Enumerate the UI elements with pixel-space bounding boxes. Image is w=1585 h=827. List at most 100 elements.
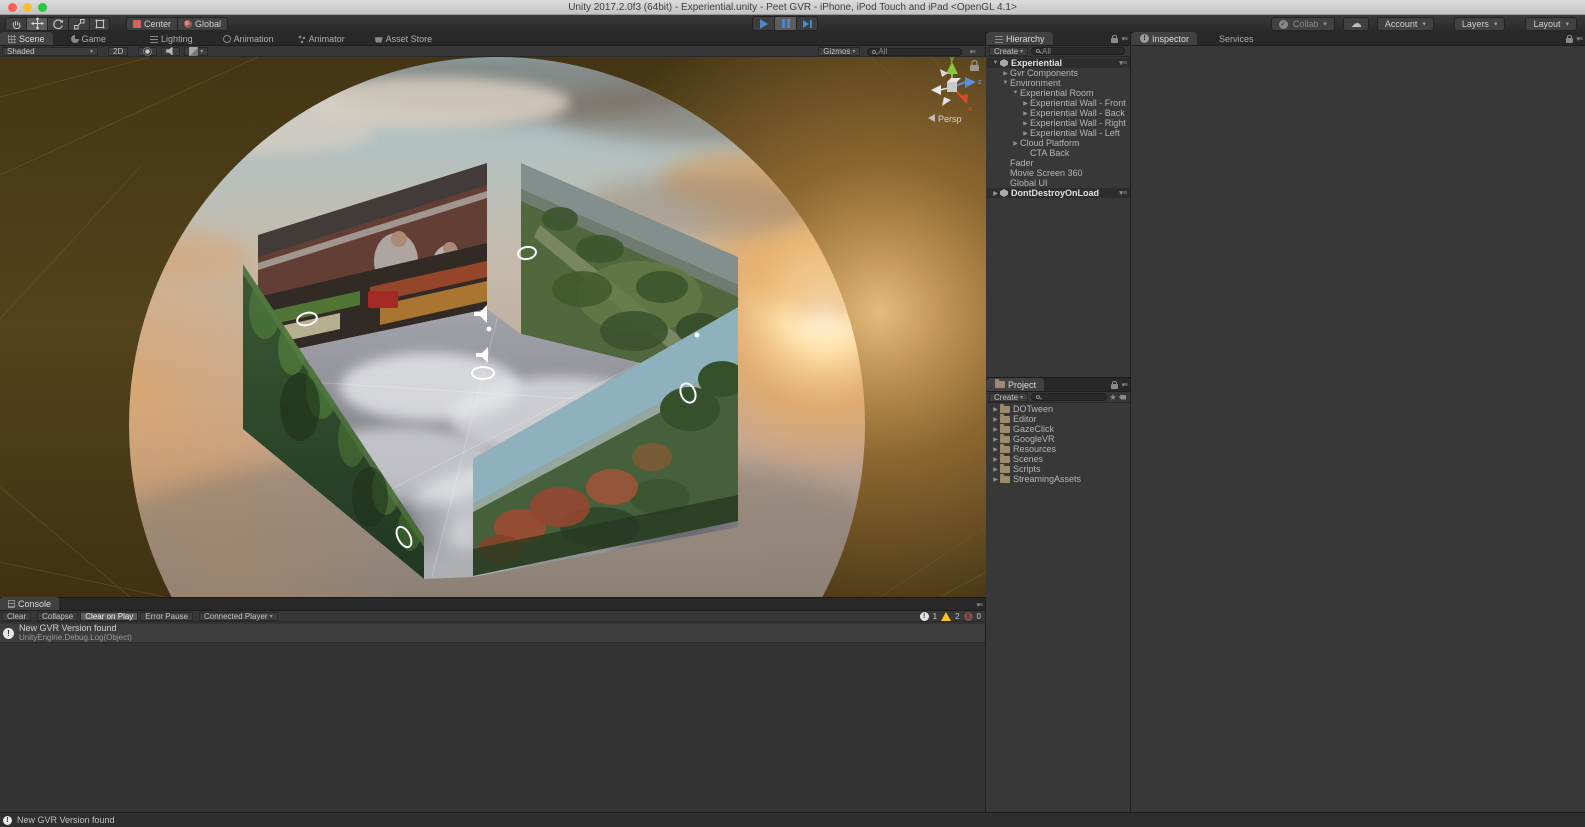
expander-icon[interactable]: ▶ (991, 476, 1000, 483)
scale-tool-button[interactable] (68, 17, 89, 31)
hierarchy-item-gvr-components[interactable]: ▶ Gvr Components (987, 68, 1130, 78)
scene-search-input[interactable]: All (867, 48, 962, 56)
pivot-toggle-button[interactable]: Center (126, 17, 177, 31)
hierarchy-item-wall-right[interactable]: ▶ Experiential Wall - Right (987, 118, 1130, 128)
tab-game[interactable]: Game (63, 32, 115, 45)
scene-row-menu-icon[interactable]: ▾≡ (1119, 189, 1127, 197)
zoom-window-button[interactable] (38, 3, 47, 12)
expander-icon[interactable]: ▶ (1021, 100, 1030, 107)
project-search-input[interactable] (1031, 393, 1107, 401)
scene-lighting-toggle[interactable] (138, 47, 157, 56)
clear-on-play-toggle[interactable]: Clear on Play (80, 612, 138, 621)
warning-count-icon[interactable] (941, 612, 951, 621)
hierarchy-item-cloud-platform[interactable]: ▶ Cloud Platform (987, 138, 1130, 148)
lock-icon[interactable] (1566, 38, 1573, 43)
log-entry[interactable]: ! New GVR Version found UnityEngine.Debu… (0, 624, 985, 643)
rotate-tool-button[interactable] (47, 17, 68, 31)
folder-dotween[interactable]: ▶ DOTween (987, 404, 1130, 414)
hierarchy-item-fader[interactable]: Fader (987, 158, 1130, 168)
hierarchy-item-movie-screen-360[interactable]: Movie Screen 360 (987, 168, 1130, 178)
status-bar[interactable]: ! New GVR Version found (0, 812, 1585, 827)
gizmos-dropdown[interactable]: Gizmos ▾ (818, 47, 860, 56)
panel-menu-icon[interactable]: ▾≡ (969, 48, 975, 56)
expander-icon[interactable]: ▶ (1021, 130, 1030, 137)
layout-dropdown[interactable]: Layout ▾ (1525, 17, 1577, 31)
axis-cube[interactable] (947, 82, 957, 92)
collab-dropdown[interactable]: ✓ Collab ▾ (1271, 17, 1335, 31)
panel-menu-icon[interactable]: ▾≡ (1121, 381, 1127, 389)
tab-project[interactable]: Project (987, 378, 1044, 391)
expander-icon[interactable]: ▶ (991, 426, 1000, 433)
hierarchy-item-wall-back[interactable]: ▶ Experiential Wall - Back (987, 108, 1130, 118)
pause-button[interactable] (774, 16, 796, 31)
panel-menu-icon[interactable]: ▾≡ (1121, 35, 1127, 43)
tab-animator[interactable]: Animator (290, 32, 353, 45)
lock-icon[interactable] (1111, 384, 1118, 389)
shading-mode-dropdown[interactable]: Shaded ▾ (2, 47, 98, 56)
tab-scene[interactable]: Scene (0, 32, 53, 45)
scene-effects-dropdown[interactable]: ▾ (184, 47, 208, 56)
hierarchy-item-wall-front[interactable]: ▶ Experiential Wall - Front (987, 98, 1130, 108)
collapse-toggle[interactable]: Collapse (37, 612, 78, 621)
error-count-icon[interactable]: ! (964, 612, 973, 621)
scene-audio-toggle[interactable] (161, 47, 180, 56)
expander-icon[interactable]: ▶ (991, 436, 1000, 443)
2d-toggle-button[interactable]: 2D (108, 47, 128, 56)
hand-tool-button[interactable] (5, 17, 26, 31)
expander-icon[interactable]: ▶ (991, 446, 1000, 453)
hierarchy-item-global-ui[interactable]: Global UI (987, 178, 1130, 188)
folder-resources[interactable]: ▶ Resources (987, 444, 1130, 454)
folder-streamingassets[interactable]: ▶ StreamingAssets (987, 474, 1130, 484)
hierarchy-item-cta-back[interactable]: CTA Back (987, 148, 1130, 158)
panel-menu-icon[interactable]: ▾≡ (976, 601, 982, 609)
expander-icon[interactable]: ▶ (991, 456, 1000, 463)
step-button[interactable] (796, 16, 818, 31)
expander-icon[interactable]: ▶ (991, 190, 1000, 197)
expander-icon[interactable]: ▼ (1001, 80, 1010, 86)
hierarchy-item-experiential[interactable]: ▼ Experiential ▾≡ (987, 58, 1130, 68)
favorites-icon[interactable] (1110, 394, 1116, 400)
layers-dropdown[interactable]: Layers ▾ (1454, 17, 1506, 31)
tab-asset-store[interactable]: Asset Store (367, 32, 441, 45)
expander-icon[interactable]: ▶ (991, 406, 1000, 413)
tab-services[interactable]: Services (1211, 32, 1262, 45)
info-count-icon[interactable]: ! (920, 612, 929, 621)
expander-icon[interactable]: ▶ (991, 416, 1000, 423)
scene-row-menu-icon[interactable]: ▾≡ (1119, 59, 1127, 67)
dot-gizmo[interactable] (695, 333, 700, 338)
create-dropdown[interactable]: Create ▾ (989, 393, 1028, 402)
expander-icon[interactable]: ▶ (1021, 120, 1030, 127)
hierarchy-item-experiential-room[interactable]: ▼ Experiential Room (987, 88, 1130, 98)
folder-googlevr[interactable]: ▶ GoogleVR (987, 434, 1130, 444)
hierarchy-item-environment[interactable]: ▼ Environment (987, 78, 1130, 88)
scene-viewport[interactable]: y z x Persp (0, 57, 986, 597)
hierarchy-item-wall-left[interactable]: ▶ Experiential Wall - Left (987, 128, 1130, 138)
cloud-services-button[interactable]: ☁ (1343, 17, 1369, 31)
tab-lighting[interactable]: Lighting (142, 32, 201, 45)
expander-icon[interactable]: ▼ (1011, 90, 1020, 96)
error-pause-toggle[interactable]: Error Pause (140, 612, 193, 621)
expander-icon[interactable]: ▶ (991, 466, 1000, 473)
panel-menu-icon[interactable]: ▾≡ (1576, 35, 1582, 43)
expander-icon[interactable]: ▶ (1011, 140, 1020, 147)
space-toggle-button[interactable]: Global (177, 17, 228, 31)
account-dropdown[interactable]: Account ▾ (1377, 17, 1434, 31)
lock-icon[interactable] (1111, 38, 1118, 43)
tab-hierarchy[interactable]: Hierarchy (987, 32, 1053, 45)
hierarchy-search-input[interactable]: All (1031, 47, 1125, 55)
folder-gazeclick[interactable]: ▶ GazeClick (987, 424, 1130, 434)
close-window-button[interactable] (8, 3, 17, 12)
clear-button[interactable]: Clear (2, 612, 31, 621)
folder-editor[interactable]: ▶ Editor (987, 414, 1130, 424)
labels-icon[interactable] (1119, 395, 1126, 400)
connected-player-dropdown[interactable]: Connected Player ▾ (199, 612, 278, 621)
tab-inspector[interactable]: ! Inspector (1132, 32, 1197, 45)
tab-animation[interactable]: Animation (215, 32, 282, 45)
expander-icon[interactable]: ▶ (1021, 110, 1030, 117)
folder-scripts[interactable]: ▶ Scripts (987, 464, 1130, 474)
tab-console[interactable]: Console (0, 597, 59, 610)
minimize-window-button[interactable] (23, 3, 32, 12)
expander-icon[interactable]: ▼ (991, 60, 1000, 66)
create-dropdown[interactable]: Create ▾ (989, 47, 1028, 56)
play-button[interactable] (752, 16, 774, 31)
